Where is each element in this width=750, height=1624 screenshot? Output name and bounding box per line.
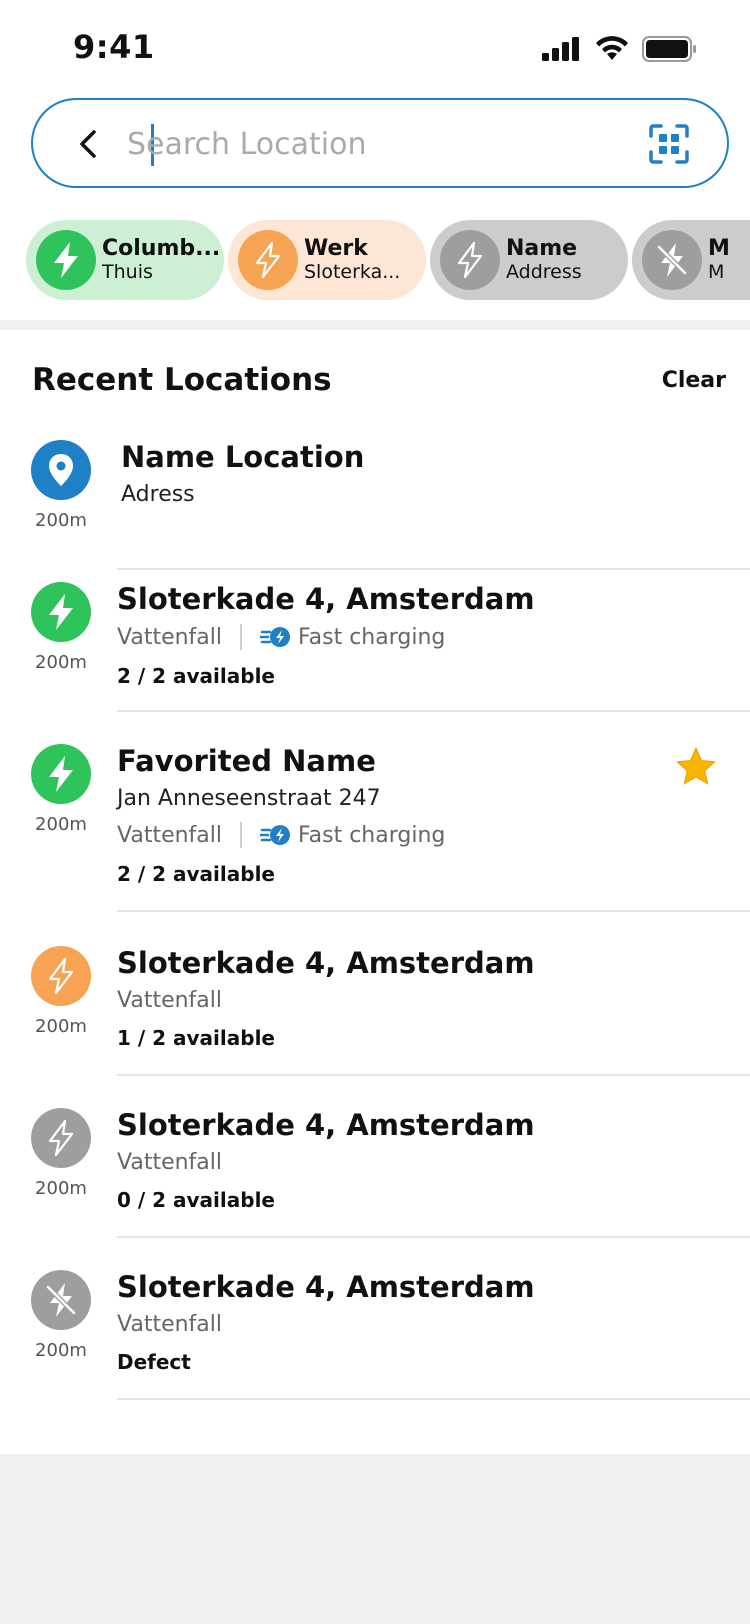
qr-scan-icon[interactable] — [649, 124, 689, 164]
section-title: Recent Locations — [32, 362, 332, 398]
chip-subtitle: Sloterka... — [304, 260, 401, 283]
operator: Vattenfall — [117, 624, 223, 650]
wifi-icon — [596, 36, 628, 60]
location-name: Sloterkade 4, Amsterdam — [117, 1270, 535, 1304]
header-area: 9:41 Search Location Columb... Thuis Wer… — [0, 0, 750, 320]
chip-defect[interactable]: MM — [632, 220, 750, 300]
location-pin-icon — [31, 440, 91, 500]
distance: 200m — [35, 814, 87, 835]
distance: 200m — [35, 510, 87, 531]
status-icons — [542, 36, 698, 62]
star-icon[interactable] — [675, 746, 717, 788]
bolt-icon — [31, 744, 91, 804]
location-address: Adress — [121, 482, 195, 507]
chevron-left-icon[interactable] — [71, 127, 105, 161]
divider — [117, 1236, 750, 1238]
operator: Vattenfall — [117, 1150, 223, 1175]
location-name: Sloterkade 4, Amsterdam — [117, 946, 535, 980]
distance: 200m — [35, 1016, 87, 1037]
chip-title: Columb... — [102, 236, 221, 262]
location-meta: Vattenfall Fast charging — [117, 624, 445, 650]
location-name: Favorited Name — [117, 744, 376, 778]
list-item[interactable]: 200m Sloterkade 4, Amsterdam Vattenfall … — [0, 946, 750, 1111]
search-bar — [31, 98, 729, 188]
bolt-icon — [31, 582, 91, 642]
bolt-outline-icon — [238, 230, 298, 290]
distance: 200m — [35, 652, 87, 673]
chip-title: Name — [506, 236, 578, 262]
bolt-crossed-icon — [642, 230, 702, 290]
list-item[interactable]: 200m Sloterkade 4, Amsterdam Vattenfall … — [0, 1270, 750, 1435]
fast-charging-label: Fast charging — [260, 823, 445, 848]
search-input[interactable] — [119, 118, 639, 170]
recent-locations-card: Recent Locations Clear 200m Name Locatio… — [0, 330, 750, 1454]
availability: 2 / 2 available — [117, 862, 275, 886]
favorite-chips: Columb... Thuis Werk Sloterka... Name Addre… — [26, 220, 750, 300]
availability: Defect — [117, 1350, 191, 1374]
location-name: Name Location — [121, 440, 365, 474]
location-meta: Vattenfall Fast charging — [117, 822, 445, 848]
chip-subtitle: Address — [506, 260, 582, 283]
bolt-outline-icon — [31, 946, 91, 1006]
operator: Vattenfall — [117, 1312, 223, 1337]
chip-name[interactable]: Name Address — [430, 220, 628, 300]
location-name: Sloterkade 4, Amsterdam — [117, 582, 535, 616]
fast-charging-icon — [260, 627, 291, 647]
chip-home[interactable]: Columb... Thuis — [26, 220, 224, 300]
separator — [240, 624, 243, 650]
distance: 200m — [35, 1178, 87, 1199]
battery-icon — [642, 36, 696, 62]
bolt-outline-icon — [440, 230, 500, 290]
operator: Vattenfall — [117, 822, 223, 848]
list-item[interactable]: 200m Sloterkade 4, Amsterdam Vattenfall … — [0, 582, 750, 747]
bolt-icon — [36, 230, 96, 290]
bolt-crossed-icon — [31, 1270, 91, 1330]
divider — [117, 1398, 750, 1400]
availability: 1 / 2 available — [117, 1026, 275, 1050]
fast-charging-icon — [260, 825, 291, 845]
cellular-signal-icon — [542, 37, 579, 61]
divider — [117, 710, 750, 712]
separator — [240, 822, 243, 848]
location-name: Sloterkade 4, Amsterdam — [117, 1108, 535, 1142]
location-address: Jan Anneseenstraat 247 — [117, 786, 381, 811]
chip-subtitle: Thuis — [102, 260, 153, 283]
chip-subtitle: M — [708, 260, 725, 283]
status-time: 9:41 — [73, 28, 155, 66]
clear-button[interactable]: Clear — [662, 368, 726, 393]
chip-work[interactable]: Werk Sloterka... — [228, 220, 426, 300]
bolt-outline-icon — [31, 1108, 91, 1168]
chip-title: Werk — [304, 236, 368, 262]
chip-title: M — [708, 236, 730, 262]
divider — [117, 1074, 750, 1076]
divider — [117, 568, 750, 570]
availability: 2 / 2 available — [117, 664, 275, 688]
availability: 0 / 2 available — [117, 1188, 275, 1212]
distance: 200m — [35, 1340, 87, 1361]
list-item[interactable]: 200m Name Location Adress — [0, 440, 750, 600]
list-item[interactable]: 200m Favorited Name Jan Anneseenstraat 2… — [0, 744, 750, 949]
list-item[interactable]: 200m Sloterkade 4, Amsterdam Vattenfall … — [0, 1108, 750, 1273]
charging-type: Fast charging — [298, 822, 446, 848]
charging-type: Fast charging — [298, 624, 446, 650]
operator: Vattenfall — [117, 988, 223, 1013]
divider — [117, 910, 750, 912]
fast-charging-label: Fast charging — [260, 625, 445, 650]
